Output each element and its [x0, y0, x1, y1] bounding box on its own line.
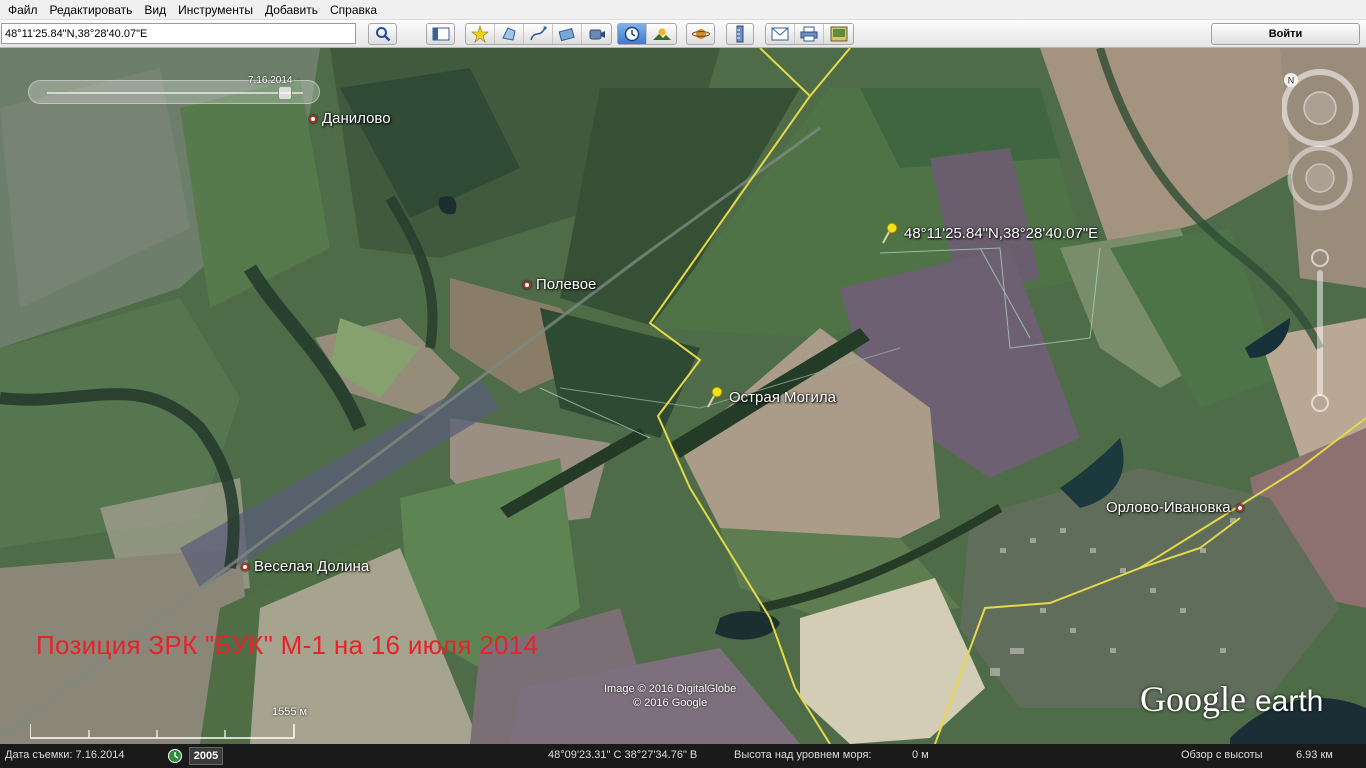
- scale-label: 1555 м: [272, 706, 308, 718]
- time-slider-thumb[interactable]: [278, 86, 293, 100]
- drawing-tools-group: [465, 23, 612, 45]
- capture-date: Дата съемки: 7.16.2014: [5, 749, 125, 761]
- ruler-button[interactable]: [726, 23, 754, 45]
- record-tour-button[interactable]: [582, 24, 611, 44]
- toolbar: Войти: [0, 20, 1366, 48]
- eye-altitude-label: Обзор с высоты: [1181, 749, 1263, 761]
- historical-imagery-icon[interactable]: [167, 748, 183, 764]
- logo-google: Google: [1140, 679, 1246, 719]
- view-tools-group: [617, 23, 677, 45]
- place-polevoe[interactable]: Полевое: [523, 276, 596, 293]
- planets-icon: [691, 29, 710, 39]
- place-dot-icon: [309, 114, 317, 123]
- elevation-label: Высота над уровнем моря:: [734, 749, 872, 761]
- print-button[interactable]: [795, 24, 824, 44]
- sidebar-icon: [432, 27, 449, 41]
- cursor-coordinates: 48°09'23.31" С 38°27'34.76" В: [548, 749, 698, 761]
- share-tools-group: [765, 23, 854, 45]
- status-bar: Дата съемки: 7.16.2014 2005 48°09'23.31"…: [0, 744, 1366, 768]
- copyright-line: Image © 2016 DigitalGlobe: [604, 683, 737, 695]
- place-label: Орлово-Ивановка: [1106, 499, 1231, 516]
- add-placemark-button[interactable]: [466, 24, 495, 44]
- svg-text:N: N: [1288, 76, 1295, 86]
- place-veselaya-dolina[interactable]: Веселая Долина: [241, 558, 369, 575]
- menu-view[interactable]: Вид: [140, 0, 174, 20]
- menu-add[interactable]: Добавить: [261, 0, 326, 20]
- magnifier-icon: [375, 27, 390, 42]
- historical-imagery-button[interactable]: [618, 24, 647, 44]
- imagery-copyright: Image © 2016 DigitalGlobe © 2016 Google: [604, 682, 736, 710]
- pushpin-icon: [707, 386, 723, 408]
- polygon-icon: [502, 27, 516, 41]
- add-polygon-button[interactable]: [495, 24, 524, 44]
- ruler-icon: [736, 25, 744, 43]
- planets-button[interactable]: [686, 23, 715, 45]
- menu-bar: Файл Редактировать Вид Инструменты Добав…: [0, 0, 1366, 20]
- pushpin-icon: [882, 222, 898, 244]
- zoom-out-icon[interactable]: [1311, 394, 1329, 412]
- imagery-year-badge[interactable]: 2005: [189, 747, 223, 765]
- add-image-overlay-button[interactable]: [553, 24, 582, 44]
- print-icon: [800, 26, 818, 42]
- sunlight-button[interactable]: [647, 24, 676, 44]
- email-button[interactable]: [766, 24, 795, 44]
- place-dot-icon: [241, 562, 249, 571]
- place-label: Веселая Долина: [254, 558, 370, 575]
- time-slider-date: 7.16.2014: [248, 75, 293, 86]
- placemark-label: Острая Могила: [729, 388, 836, 406]
- add-path-button[interactable]: [524, 24, 553, 44]
- path-icon: [530, 26, 547, 41]
- annotation-text: Позиция ЗРК "БУК" М-1 на 16 июля 2014: [36, 630, 539, 660]
- search-button[interactable]: [368, 23, 397, 45]
- signin-button[interactable]: Войти: [1211, 23, 1360, 45]
- street-view-icon[interactable]: [1311, 249, 1329, 267]
- elevation-value: 0 м: [912, 749, 929, 761]
- menu-edit[interactable]: Редактировать: [46, 0, 141, 20]
- logo-earth: earth: [1254, 685, 1324, 718]
- place-dot-icon: [523, 280, 531, 289]
- place-danilovo[interactable]: Данилово: [309, 110, 391, 127]
- map-viewport[interactable]: 7.16.2014 Данилово Полевое Веселая Долин…: [0, 48, 1366, 744]
- menu-file[interactable]: Файл: [4, 0, 46, 20]
- time-slider-track: [47, 92, 303, 94]
- place-orlovo-ivanovka[interactable]: Орлово-Ивановка: [1106, 499, 1244, 516]
- menu-help[interactable]: Справка: [326, 0, 385, 20]
- ostraya-mogila-placemark[interactable]: Острая Могила: [705, 386, 836, 408]
- sunlight-icon: [652, 28, 671, 40]
- placemark-icon: [471, 25, 489, 43]
- email-icon: [771, 27, 789, 41]
- record-tour-icon: [589, 29, 605, 40]
- save-image-button[interactable]: [824, 24, 853, 44]
- save-image-icon: [830, 26, 847, 42]
- search-input[interactable]: [1, 23, 356, 44]
- scale-bar: [30, 724, 295, 739]
- historical-imagery-icon: [624, 26, 640, 42]
- google-earth-logo: Google earth: [1140, 678, 1323, 720]
- copyright-line: © 2016 Google: [633, 697, 708, 709]
- coordinate-placemark[interactable]: 48°11'25.84"N,38°28'40.07"E: [880, 222, 1098, 244]
- placemark-label: 48°11'25.84"N,38°28'40.07"E: [904, 224, 1099, 242]
- image-overlay-icon: [558, 27, 575, 42]
- place-dot-icon: [1235, 503, 1244, 512]
- place-label: Полевое: [536, 276, 597, 293]
- place-label: Данилово: [322, 110, 391, 127]
- menu-tools[interactable]: Инструменты: [174, 0, 261, 20]
- navigation-controls[interactable]: N: [1282, 68, 1362, 448]
- eye-altitude-value: 6.93 км: [1296, 749, 1333, 761]
- sidebar-toggle-button[interactable]: [426, 23, 455, 45]
